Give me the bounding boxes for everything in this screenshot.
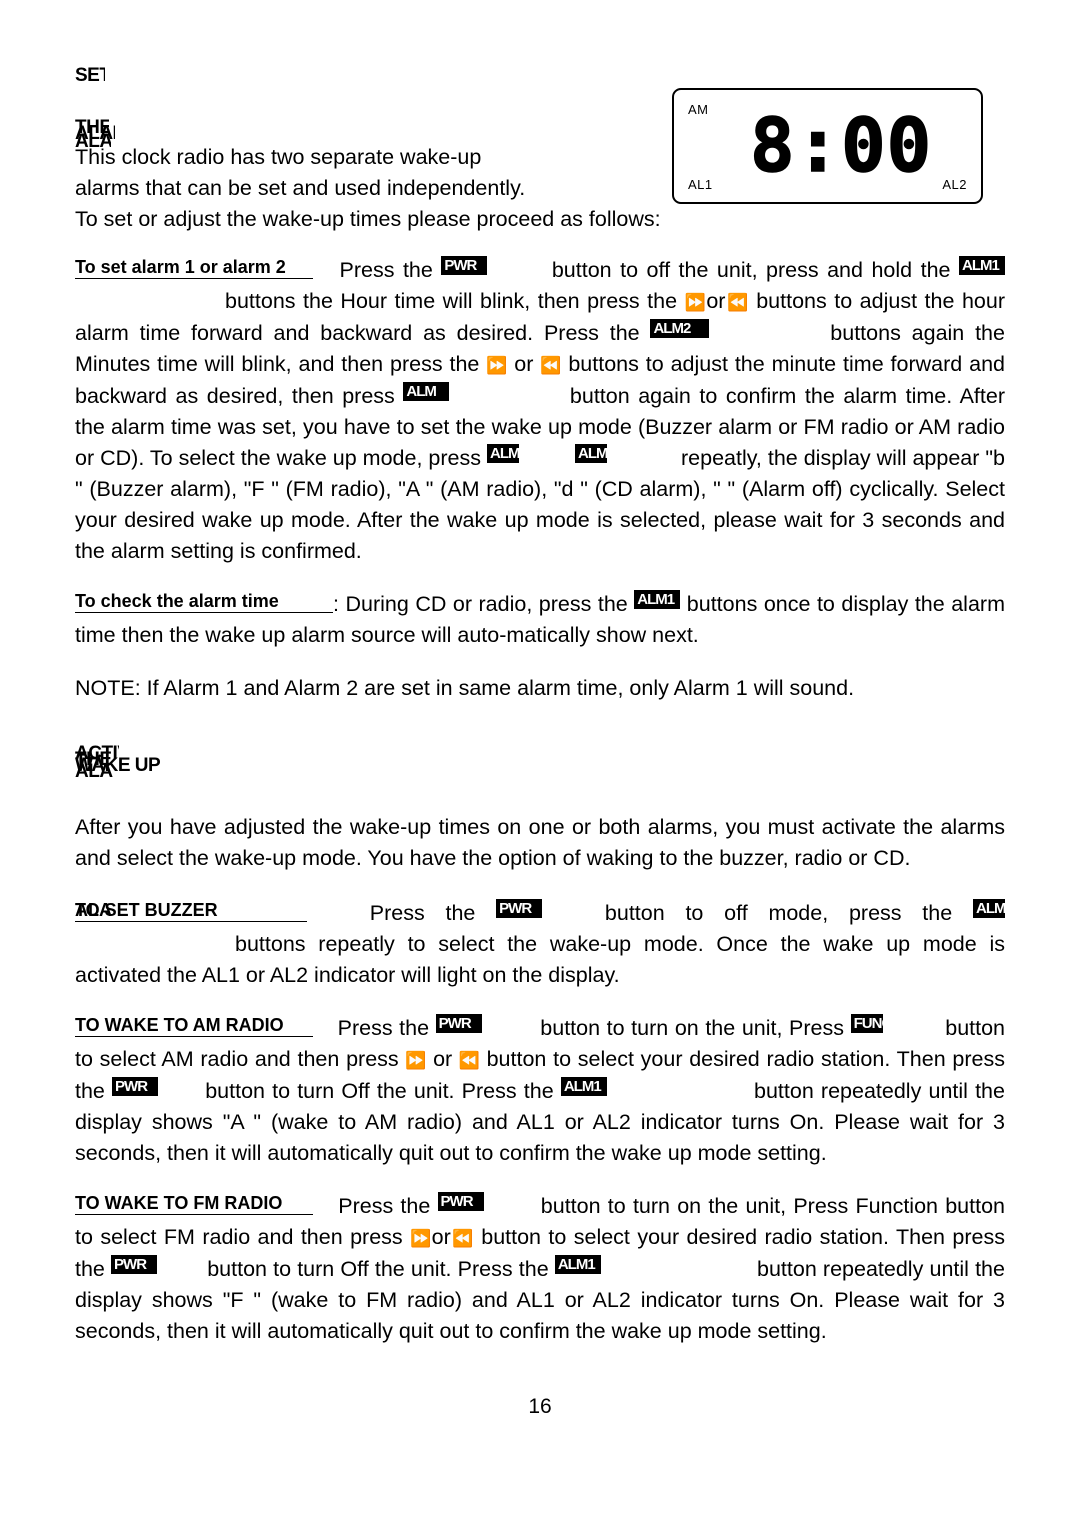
am-text-6: button to turn Off the unit. Press the (205, 1079, 554, 1103)
buzzer-text-3: buttons repeatly to select the wake-up m… (75, 932, 1005, 987)
function-button-glyph-1: FUNC (850, 1014, 883, 1033)
wake-section-heading: ACTIVATING THE ALARM WAKE UP MODE ALARM (75, 744, 1005, 802)
alarm-button-glyph-b: ALM2 (650, 319, 710, 338)
alarm-button-glyph-d: ALM (487, 444, 519, 463)
fm-wake-paragraph: TO WAKE TO FM RADIO Press the PWR button… (75, 1191, 1005, 1347)
set-alarm-paragraph: To set alarm 1 or alarm 2 Press the PWR … (75, 255, 1005, 567)
buzzer-text-1: Press the (369, 901, 476, 925)
buzzer-paragraph: TO SET BUZZERALARM Press the PWR button … (75, 898, 1005, 991)
power-button-glyph-2: PWR (496, 899, 543, 918)
skip-forward-icon-4: ⏩ (410, 1229, 433, 1248)
skip-backward-icon-1: ⏪ (725, 293, 749, 312)
alarm-button-glyph-c: ALM (403, 382, 450, 401)
alarm-button-glyph-a: ALM1 (959, 256, 1005, 275)
buzzer-text-2: button to off mode, press the (604, 901, 953, 925)
activate-paragraph: After you have adjusted the wake-up time… (75, 815, 1005, 870)
skip-backward-icon-4: ⏪ (450, 1229, 475, 1248)
alarm-button-glyph-f: ALM1 (634, 590, 681, 609)
lcd-al1-indicator: AL1 (688, 177, 713, 192)
alarm-note: NOTE: If Alarm 1 and Alarm 2 are set in … (75, 676, 855, 700)
am-text-1: Press the (337, 1016, 430, 1040)
set-alarm-text-13: button again to confirm (569, 384, 797, 408)
power-button-glyph-5: PWR (437, 1192, 484, 1211)
set-alarm-text-9: and then press the (298, 352, 480, 376)
intro-paragraph-3: To set or adjust the wake-up times pleas… (75, 207, 661, 231)
am-wake-label: TO WAKE TO AM RADIO (75, 1015, 313, 1037)
set-alarm-text-10: or (514, 352, 534, 376)
alarm-section-heading: SETTING THE WAKE ALARM TIME ALARM (75, 60, 1005, 151)
fm-text-1: Press the (338, 1194, 431, 1218)
am-text-2: button to turn on the unit, Press (540, 1016, 845, 1040)
set-alarm-text-2: button to off the unit, press and hold (551, 258, 913, 282)
set-alarm-text-4: buttons the Hour time will blink, then p… (225, 289, 678, 313)
set-alarm-text-11: buttons to adjust the minute time forwar… (568, 352, 1006, 376)
alarm-button-glyph-h: ALM1 (560, 1077, 607, 1096)
skip-backward-icon-2: ⏪ (540, 356, 562, 375)
set-alarm-label: To set alarm 1 or alarm 2 (75, 257, 313, 279)
fm-text-3: or (431, 1225, 451, 1249)
power-button-glyph-3: PWR (435, 1014, 482, 1033)
alarm-button-glyph-g: ALM (972, 899, 1005, 918)
alarm-button-glyph-i: ALM1 (554, 1255, 601, 1274)
set-alarm-text-7: Press the (543, 321, 640, 345)
skip-forward-icon-2: ⏩ (486, 356, 508, 375)
fm-text-5: button to turn Off the unit. Press the (207, 1257, 549, 1281)
wake-heading-line-4: ALARM (75, 762, 113, 781)
power-button-glyph-4: PWR (112, 1077, 159, 1096)
set-alarm-text-3: the (920, 258, 951, 282)
heading-line-4: ALARM (75, 132, 111, 151)
skip-forward-icon-1: ⏩ (684, 293, 708, 312)
check-alarm-text-1: : During CD or radio, press the (333, 592, 628, 616)
check-alarm-paragraph: To check the alarm time: During CD or ra… (75, 589, 1005, 651)
am-text-4: or (433, 1047, 453, 1071)
heading-line-1: SETTING (75, 66, 105, 85)
manual-page: AM AL1 AL2 8:00 SETTING THE WAKE ALARM T… (75, 60, 1005, 1347)
skip-backward-icon-3: ⏪ (458, 1051, 481, 1070)
fm-wake-label: TO WAKE TO FM RADIO (75, 1193, 313, 1215)
set-alarm-text-12: backward as desired, then press (75, 384, 395, 408)
skip-forward-icon-3: ⏩ (405, 1051, 427, 1070)
alarm-button-glyph-e: ALM (575, 444, 607, 463)
set-alarm-text-5: or (706, 289, 726, 313)
power-button-glyph-6: PWR (111, 1255, 158, 1274)
set-alarm-text-1: Press the (339, 258, 433, 282)
buzzer-label-part-2: ALARM (75, 900, 113, 922)
am-wake-paragraph: TO WAKE TO AM RADIO Press the PWR button… (75, 1013, 1005, 1169)
check-alarm-label: To check the alarm time (75, 591, 333, 613)
lcd-al2-indicator: AL2 (942, 177, 967, 192)
page-number: 16 (528, 1395, 552, 1418)
power-button-glyph: PWR (441, 256, 488, 275)
